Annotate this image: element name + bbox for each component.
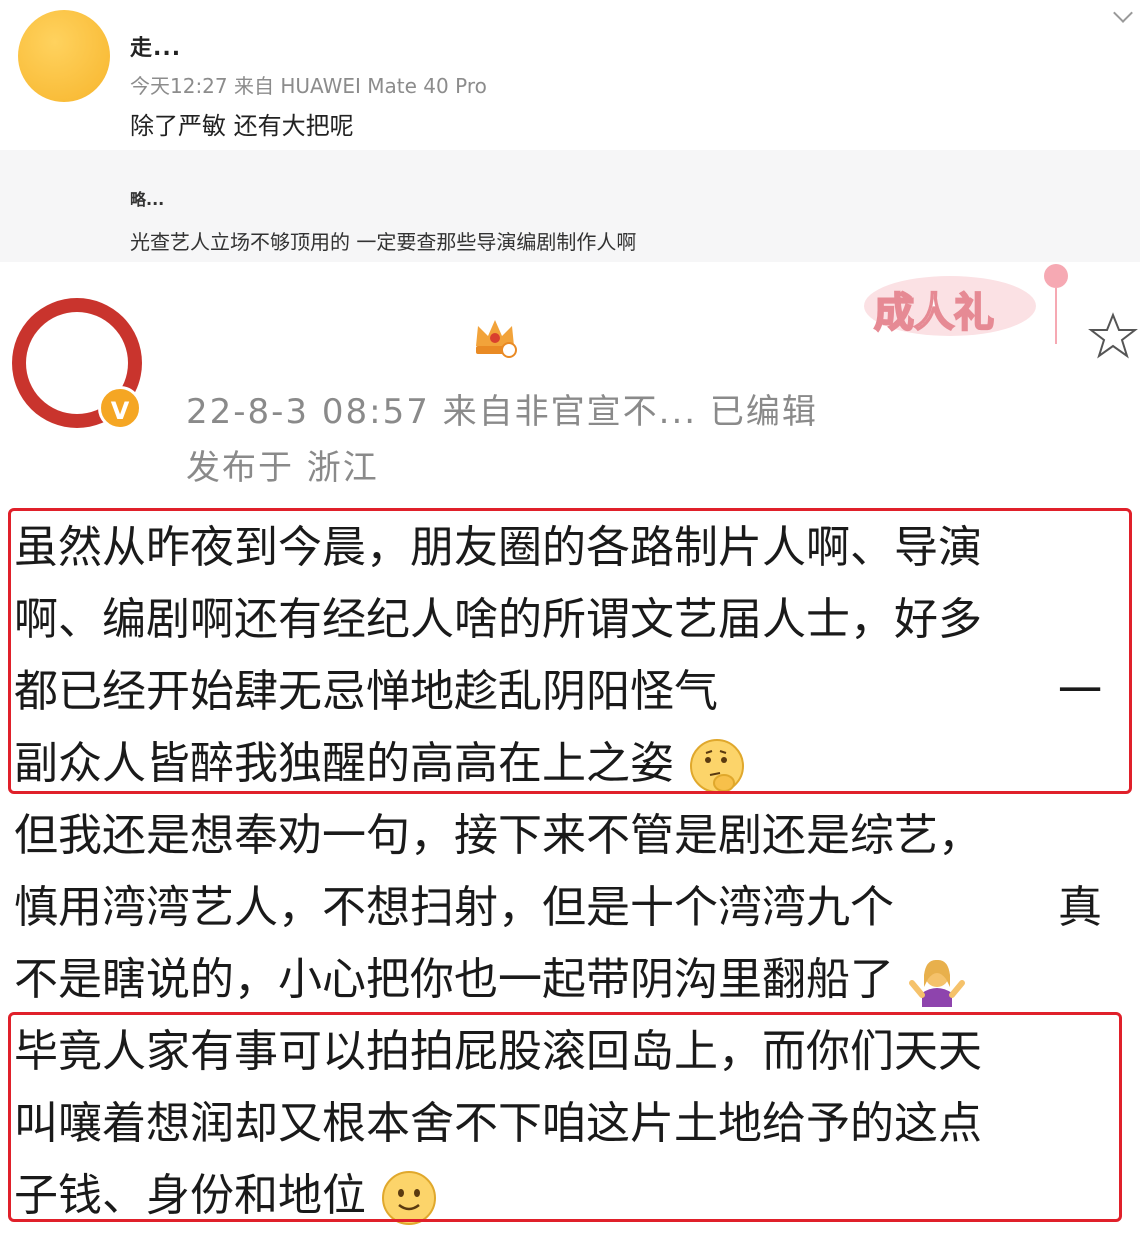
shrug-woman-icon — [909, 959, 965, 1007]
post-location: 发布于 浙江 — [186, 448, 379, 488]
verified-badge: V — [98, 386, 142, 430]
sub-reply-comment: 光查艺人立场不够顶用的 一定要查那些导演编剧制作人啊 — [130, 230, 637, 254]
star-icon[interactable] — [1088, 312, 1138, 360]
post-meta: 22-8-3 08:57 来自非官宣不... 已编辑 — [186, 392, 818, 432]
post-line: 不是瞎说的，小心把你也一起带阴沟里翻船了 — [14, 944, 1124, 1016]
post-line-text: 不是瞎说的，小心把你也一起带阴沟里翻船了 — [14, 954, 894, 1005]
sub-reply-username[interactable]: 略... — [130, 186, 164, 210]
reply-comment: 除了严敏 还有大把呢 — [130, 112, 354, 140]
post-line-text: 慎用湾湾艺人，不想扫射，但是十个湾湾九个 — [14, 882, 894, 933]
chevron-down-icon[interactable] — [1113, 3, 1133, 23]
coming-of-age-badge-icon: 成人礼 — [860, 262, 1070, 344]
badge-text: 成人礼 — [873, 289, 995, 337]
avatar[interactable] — [18, 10, 110, 102]
post-line: 但我还是想奉劝一句，接下来不管是剧还是综艺， — [14, 810, 982, 861]
post-line: 慎用湾湾艺人，不想扫射，但是十个湾湾九个 真 — [14, 872, 1124, 944]
reply-card: 走... 今天12:27 来自 HUAWEI Mate 40 Pro 除了严敏 … — [0, 0, 1140, 262]
highlight-box — [8, 508, 1132, 794]
post-line-tail: 真 — [1058, 882, 1102, 933]
reply-username[interactable]: 走... — [130, 30, 181, 62]
crown-vip-icon — [476, 320, 517, 358]
highlight-box — [8, 1012, 1122, 1222]
reply-meta: 今天12:27 来自 HUAWEI Mate 40 Pro — [130, 74, 487, 98]
